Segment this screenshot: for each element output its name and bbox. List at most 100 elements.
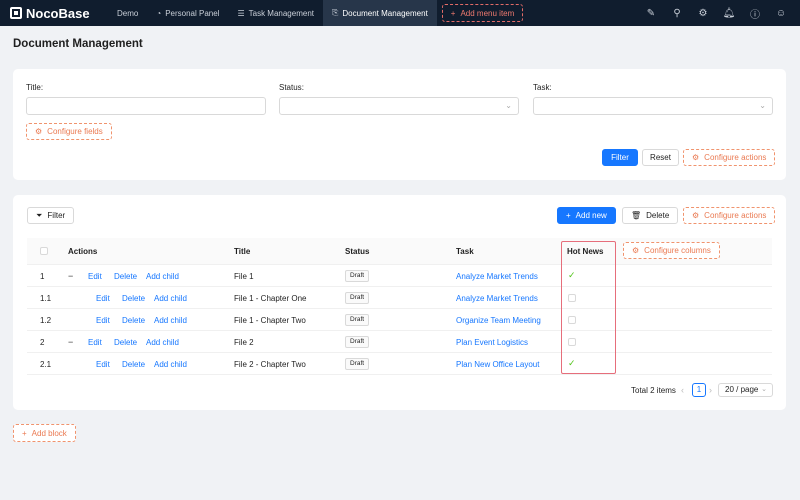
page-size-value: 20 / page	[725, 385, 759, 394]
user-icon[interactable]: ☺	[768, 8, 794, 19]
add-menu-item-button[interactable]: + Add menu item	[441, 4, 524, 22]
status-select[interactable]: ⌄	[279, 97, 519, 115]
list-icon: ☰	[237, 8, 245, 18]
delete-link[interactable]: Delete	[122, 360, 145, 369]
title-input[interactable]	[26, 97, 266, 115]
row-index: 1.1	[40, 294, 52, 303]
settings-icon[interactable]: ⚙	[690, 8, 716, 19]
title-cell: File 2	[234, 338, 254, 347]
edit-link[interactable]: Edit	[96, 294, 110, 303]
edit-link[interactable]: Edit	[88, 272, 102, 281]
add-child-link[interactable]: Add child	[154, 316, 187, 325]
filter-submit-label: Filter	[611, 153, 629, 162]
checkmark-icon: ✓	[568, 270, 576, 280]
table-row[interactable]: 2 − Edit Delete Add child File 2 Draft P…	[27, 331, 772, 353]
title-cell: File 1 - Chapter One	[234, 294, 307, 303]
nav-item-demo[interactable]: Demo	[108, 0, 147, 26]
chevron-down-icon: ⌄	[505, 101, 512, 110]
total-items-text: Total 2 items	[631, 386, 676, 395]
next-page-icon[interactable]: ›	[709, 385, 712, 395]
add-block-button[interactable]: + Add block	[13, 424, 76, 442]
plus-icon: +	[450, 8, 456, 18]
table-filter-label: Filter	[47, 211, 66, 220]
filter-icon: ⏷	[36, 210, 43, 220]
configure-form-actions-button[interactable]: ⚙ Configure actions	[683, 149, 776, 166]
status-badge: Draft	[345, 292, 370, 304]
collapse-toggle-icon[interactable]: −	[68, 271, 73, 281]
select-all-checkbox[interactable]	[40, 247, 48, 255]
status-field-label: Status:	[279, 83, 304, 92]
gear-icon: ⚙	[35, 127, 43, 136]
gear-icon: ⚙	[692, 211, 700, 220]
configure-actions-label: Configure actions	[704, 211, 767, 220]
reset-button[interactable]: Reset	[642, 149, 679, 166]
add-menu-item-label: Add menu item	[460, 8, 515, 18]
logo[interactable]: NocoBase	[0, 6, 108, 21]
add-block-label: Add block	[31, 428, 67, 438]
delete-button[interactable]: 🗑︎ Delete	[622, 207, 679, 224]
task-select[interactable]: ⌄	[533, 97, 773, 115]
table-filter-button[interactable]: ⏷ Filter	[27, 207, 75, 224]
edit-link[interactable]: Edit	[88, 338, 102, 347]
add-child-link[interactable]: Add child	[146, 272, 179, 281]
title-cell: File 1 - Chapter Two	[234, 316, 306, 325]
document-icon: ⎘	[332, 8, 339, 17]
configure-columns-button[interactable]: ⚙ Configure columns	[623, 242, 720, 259]
bell-icon[interactable]: 🔔︎	[716, 8, 742, 19]
column-header-title: Title	[234, 247, 251, 256]
title-cell: File 1	[234, 272, 254, 281]
status-badge: Draft	[345, 336, 370, 348]
add-child-link[interactable]: Add child	[154, 360, 187, 369]
task-link[interactable]: Organize Team Meeting	[456, 316, 541, 325]
delete-link[interactable]: Delete	[122, 316, 145, 325]
top-nav: NocoBase Demo ◔ Personal Panel ☰ Task Ma…	[0, 0, 800, 26]
edit-link[interactable]: Edit	[96, 360, 110, 369]
collapse-toggle-icon[interactable]: −	[68, 337, 73, 347]
nav-item-document-management[interactable]: ⎘ Document Management	[323, 0, 437, 26]
task-field-label: Task:	[533, 83, 552, 92]
task-link[interactable]: Plan Event Logistics	[456, 338, 528, 347]
filter-submit-button[interactable]: Filter	[602, 149, 638, 166]
edit-link[interactable]: Edit	[96, 316, 110, 325]
table-row[interactable]: 1 − Edit Delete Add child File 1 Draft A…	[27, 265, 772, 287]
row-index: 1.2	[40, 316, 52, 325]
add-child-link[interactable]: Add child	[146, 338, 179, 347]
gear-icon: ⚙	[692, 153, 700, 162]
column-header-task: Task	[456, 247, 474, 256]
brush-icon[interactable]: ✎	[638, 8, 664, 19]
configure-fields-button[interactable]: ⚙ Configure fields	[26, 123, 112, 140]
task-link[interactable]: Analyze Market Trends	[456, 294, 538, 303]
status-badge: Draft	[345, 314, 370, 326]
nav-item-label: Document Management	[342, 8, 428, 18]
status-badge: Draft	[345, 270, 370, 282]
page-number-button[interactable]: 1	[692, 383, 706, 397]
hot-news-checkbox[interactable]	[568, 294, 576, 302]
hot-news-checkbox[interactable]	[568, 338, 576, 346]
nav-item-personal-panel[interactable]: ◔ Personal Panel	[147, 0, 228, 26]
checkmark-icon: ✓	[568, 358, 576, 368]
prev-page-icon[interactable]: ‹	[681, 385, 684, 395]
help-icon[interactable]: ⓘ	[742, 6, 768, 21]
nav-item-label: Task Management	[248, 8, 314, 18]
task-link[interactable]: Analyze Market Trends	[456, 272, 538, 281]
plugin-icon[interactable]: ⚲	[664, 8, 690, 19]
configure-table-actions-button[interactable]: ⚙ Configure actions	[683, 207, 776, 224]
delete-link[interactable]: Delete	[114, 338, 137, 347]
table-row[interactable]: 1.1 Edit Delete Add child File 1 - Chapt…	[27, 287, 772, 309]
delete-link[interactable]: Delete	[114, 272, 137, 281]
table-block-card: ⏷ Filter + Add new 🗑︎ Delete ⚙ Configure…	[13, 195, 786, 410]
table-row[interactable]: 2.1 Edit Delete Add child File 2 - Chapt…	[27, 353, 772, 375]
add-new-label: Add new	[575, 211, 607, 220]
task-link[interactable]: Plan New Office Layout	[456, 360, 539, 369]
page-title: Document Management	[13, 38, 143, 50]
add-child-link[interactable]: Add child	[154, 294, 187, 303]
delete-link[interactable]: Delete	[122, 294, 145, 303]
add-new-button[interactable]: + Add new	[557, 207, 616, 224]
filter-form-card: Title: Status: ⌄ Task: ⌄ ⚙ Configure fie…	[13, 69, 786, 180]
page-size-select[interactable]: 20 / page ⌄	[718, 383, 773, 397]
configure-columns-label: Configure columns	[644, 246, 711, 255]
title-cell: File 2 - Chapter Two	[234, 360, 306, 369]
hot-news-checkbox[interactable]	[568, 316, 576, 324]
nav-item-task-management[interactable]: ☰ Task Management	[228, 0, 323, 26]
table-row[interactable]: 1.2 Edit Delete Add child File 1 - Chapt…	[27, 309, 772, 331]
